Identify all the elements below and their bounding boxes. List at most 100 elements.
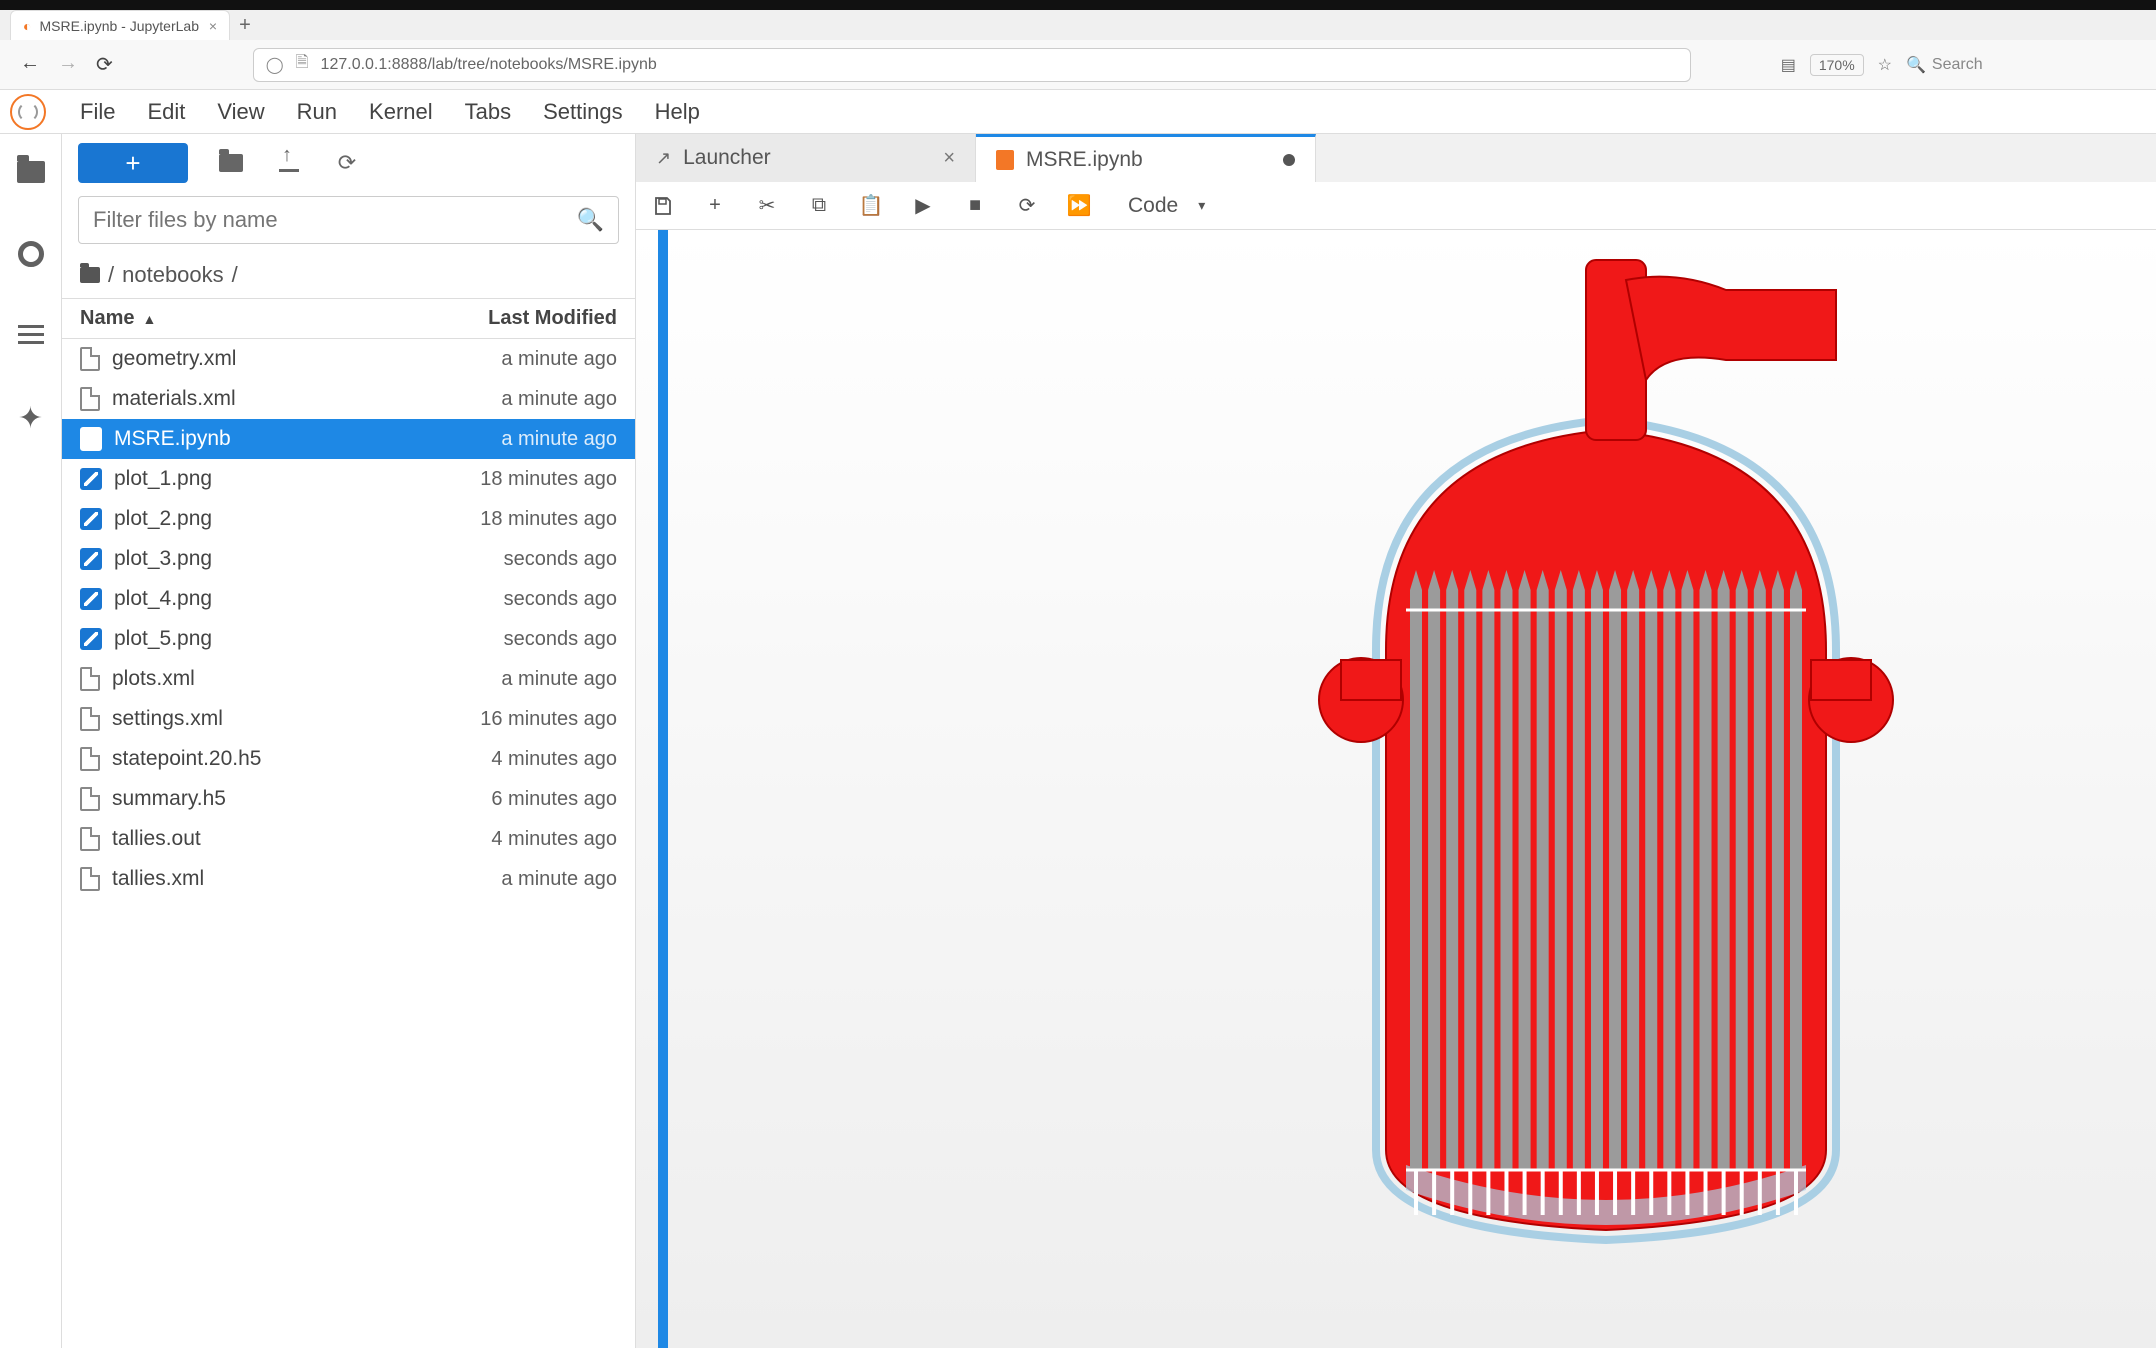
refresh-button[interactable]: ⟳ [332,150,362,176]
insert-cell-button[interactable]: + [702,194,728,217]
file-row[interactable]: plot_2.png18 minutes ago [62,499,635,539]
file-row[interactable]: materials.xml a minute ago [62,379,635,419]
file-icon [80,707,100,731]
file-row[interactable]: plot_1.png18 minutes ago [62,459,635,499]
zoom-level[interactable]: 170% [1810,54,1864,76]
jupyterlab: FileEditViewRunKernelTabsSettingsHelp ✦ … [0,90,2156,1348]
file-row[interactable]: plot_5.pngseconds ago [62,619,635,659]
menu-view[interactable]: View [201,93,280,131]
menu-run[interactable]: Run [281,93,353,131]
file-row[interactable]: tallies.xml a minute ago [62,859,635,899]
menu-edit[interactable]: Edit [131,93,201,131]
file-row[interactable]: statepoint.20.h54 minutes ago [62,739,635,779]
file-modified: 16 minutes ago [480,708,617,731]
paste-button[interactable]: 📋 [858,193,884,218]
browser-tabstrip: ◐ MSRE.ipynb - JupyterLab × + [0,0,2156,40]
cell-type-selector[interactable]: Code ▾ [1128,194,1205,218]
breadcrumb-seg[interactable]: / [108,262,114,288]
new-tab-button[interactable]: + [230,10,260,40]
new-launcher-button[interactable]: + [78,143,188,183]
file-row[interactable]: plot_4.png seconds ago [62,579,635,619]
new-folder-button[interactable] [216,154,246,172]
file-icon [80,387,100,411]
doc-tab-label: Launcher [683,146,771,170]
filelist-header[interactable]: Name ▲ Last Modified [62,298,635,339]
menu-settings[interactable]: Settings [527,93,639,131]
file-name: tallies.xml [112,867,204,891]
browser-tab[interactable]: ◐ MSRE.ipynb - JupyterLab × [10,10,230,40]
copy-button[interactable]: ⧉ [806,194,832,217]
lock-icon: 🗎 [296,51,309,78]
toc-tab-icon[interactable] [11,316,51,356]
bookmark-icon[interactable]: ☆ [1878,55,1892,75]
doc-tab-label: MSRE.ipynb [1026,148,1143,172]
forward-button[interactable]: → [58,52,78,77]
file-row[interactable]: tallies.out4 minutes ago [62,819,635,859]
browser-toolbar: ← → ⟳ ◯ 🗎 127.0.0.1:8888/lab/tree/notebo… [0,40,2156,90]
menu-tabs[interactable]: Tabs [449,93,527,131]
file-name: materials.xml [112,387,236,411]
sort-caret-icon: ▲ [142,311,156,327]
image-icon [80,508,102,530]
file-name: plot_2.png [114,507,212,531]
cell-type-label: Code [1128,194,1178,218]
file-modified: a minute ago [501,388,617,411]
jlab-body: ✦ + ⟳ 🔍 / notebooks / [0,134,2156,1348]
run-button[interactable]: ▶ [910,193,936,218]
column-modified[interactable]: Last Modified [488,307,617,330]
close-icon[interactable]: × [209,18,217,34]
file-row[interactable]: settings.xml16 minutes ago [62,699,635,739]
browser-search[interactable]: 🔍 Search [1906,55,2136,75]
file-row[interactable]: plot_3.pngseconds ago [62,539,635,579]
column-name[interactable]: Name [80,307,134,330]
image-icon [80,588,102,610]
activity-bar: ✦ [0,134,62,1348]
restart-button[interactable]: ⟳ [1014,193,1040,218]
file-row[interactable]: plots.xmla minute ago [62,659,635,699]
filter-box[interactable]: 🔍 [78,196,619,244]
file-modified: seconds ago [504,588,617,611]
cut-button[interactable]: ✂ [754,193,780,218]
file-row[interactable]: summary.h5 6 minutes ago [62,779,635,819]
extensions-tab-icon[interactable]: ✦ [11,398,51,438]
menu-kernel[interactable]: Kernel [353,93,449,131]
notebook-icon [80,427,102,451]
filebrowser-tab-icon[interactable] [11,152,51,192]
running-tab-icon[interactable] [11,234,51,274]
menu-file[interactable]: File [64,93,131,131]
file-browser: + ⟳ 🔍 / notebooks / Name [62,134,636,1348]
filter-input[interactable] [93,207,577,233]
breadcrumb[interactable]: / notebooks / [62,254,635,298]
file-name: summary.h5 [112,787,226,811]
file-row[interactable]: MSRE.ipynba minute ago [62,419,635,459]
breadcrumb-seg[interactable]: notebooks [122,262,224,288]
filebrowser-toolbar: + ⟳ [62,134,635,192]
file-modified: seconds ago [504,548,617,571]
jlab-menubar: FileEditViewRunKernelTabsSettingsHelp [0,90,2156,134]
file-modified: a minute ago [501,428,617,451]
upload-button[interactable] [274,154,304,172]
doc-tab-launcher[interactable]: ↗Launcher× [636,134,976,182]
doc-tab-msre-ipynb[interactable]: MSRE.ipynb [976,134,1316,182]
browser-tab-title: MSRE.ipynb - JupyterLab [39,18,199,34]
file-modified: 6 minutes ago [491,788,617,811]
url-bar[interactable]: ◯ 🗎 127.0.0.1:8888/lab/tree/notebooks/MS… [253,48,1691,82]
reload-button[interactable]: ⟳ [96,52,113,77]
file-icon [80,747,100,771]
file-modified: a minute ago [501,868,617,891]
file-row[interactable]: geometry.xmla minute ago [62,339,635,379]
file-name: plot_4.png [114,587,212,611]
notebook-canvas[interactable]: ➤ [636,230,2156,1348]
close-icon[interactable]: × [943,147,955,170]
search-icon: 🔍 [1906,55,1926,75]
file-name: plot_1.png [114,467,212,491]
back-button[interactable]: ← [20,52,40,77]
file-name: statepoint.20.h5 [112,747,261,771]
interrupt-button[interactable]: ■ [962,194,988,217]
restart-run-all-button[interactable]: ⏩ [1066,193,1092,218]
main-area: ↗Launcher×MSRE.ipynb + ✂ ⧉ 📋 ▶ ■ ⟳ ⏩ Cod… [636,134,2156,1348]
reader-icon[interactable]: ▤ [1781,55,1796,75]
save-button[interactable] [650,196,676,216]
menu-help[interactable]: Help [639,93,716,131]
unsaved-indicator-icon [1283,154,1295,166]
